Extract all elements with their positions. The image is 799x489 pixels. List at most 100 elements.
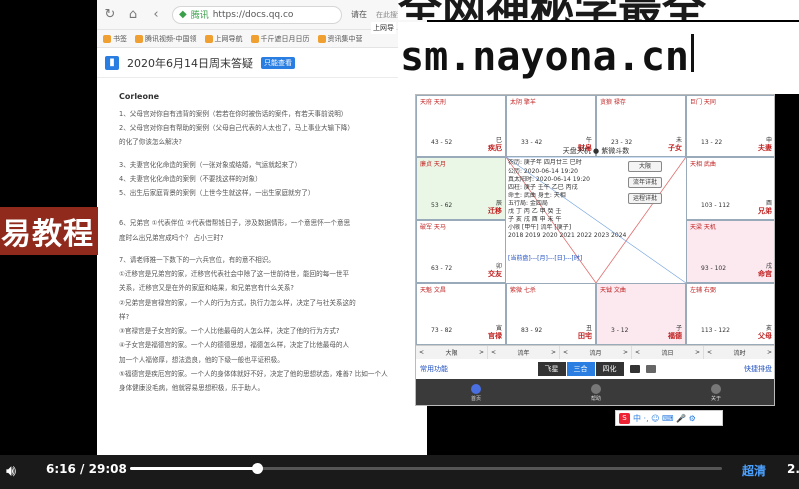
liu-nian-button[interactable]: 流年详批	[628, 177, 662, 188]
nav-home[interactable]: 首页	[470, 384, 481, 402]
doc-paragraph: ④子女宫是福德宫的家。一个人的德德思想，福德怎么样，决定了比他最母的人	[119, 341, 350, 350]
bookmark-item[interactable]: 上网导航	[204, 34, 243, 44]
palace-cell[interactable]: 天钺 文曲 3 - 12 子 福德	[596, 283, 686, 345]
bookmark-item[interactable]: 资讯集中营	[317, 34, 363, 44]
prev-button[interactable]: <	[563, 349, 568, 356]
doc-paragraph: 关系，迁移宫又是在外的家庭和结果，和兄弟宫有什么关系?	[119, 284, 294, 293]
period-navigator: < 大限 > < 流年 > < 流月 > < 流日 > < 流时 >	[416, 345, 774, 359]
time-separator: /	[80, 462, 85, 476]
current-time: 6:16	[46, 462, 76, 476]
site-label: 腾讯	[190, 11, 209, 21]
info-line: 子 亥 戌 酉 申 未 午	[508, 216, 562, 224]
bookmark-item[interactable]: 腾讯视频-中国领	[135, 34, 197, 44]
prev-button[interactable]: <	[419, 349, 424, 356]
palace-cell[interactable]: 天府 天刑 43 - 52 巳 疾厄	[416, 95, 506, 157]
nav-help[interactable]: 帮助	[590, 384, 601, 402]
doc-paragraph: ⑤福德宫是疾厄宫的家。一个人的身体体就好不好，决定了他的思想状态，难善? 比如一…	[119, 369, 388, 378]
doc-paragraph: 6、兄弟宫 ①代表伴位 ②代表借帮钱日子，涉及数据情形，一个意思怀一个意思	[119, 219, 351, 228]
tencent-docs-logo-icon[interactable]: ▮	[105, 55, 119, 70]
volume-icon[interactable]: 🔊︎	[6, 461, 16, 481]
palace-cell[interactable]: 左辅 右弼 113 - 122 亥 父母	[686, 283, 774, 345]
bookmark-item[interactable]: 千斤遮日月日历	[250, 34, 310, 44]
home-icon	[470, 384, 481, 394]
ime-toolbar[interactable]: S 中 ·, ☺ ⌨ 🎤 ⚙	[615, 410, 723, 426]
nav-label: 流月	[589, 350, 602, 357]
doc-paragraph: 度时么出兄弟宫成吗个？ 占小三时?	[119, 233, 224, 242]
playback-time: 6:16 / 29:08	[46, 462, 127, 476]
palace-cell[interactable]: 巨门 天同 13 - 22 申 夫妻	[686, 95, 774, 157]
palace-cell[interactable]: 天魁 文昌 73 - 82 寅 官禄	[416, 283, 506, 345]
save-icon[interactable]	[629, 365, 640, 373]
home-icon[interactable]: ⌂	[126, 7, 140, 22]
next-button[interactable]: >	[551, 349, 556, 356]
bookmark-icon	[317, 34, 326, 43]
address-url: https://docs.qq.co	[212, 9, 294, 20]
document-browser-window: ↻ ⌂ ‹ ◆ 腾讯 https://docs.qq.co 请在 在此搜索 书签…	[97, 0, 427, 455]
doc-paragraph: 3、夫妻宫化化命造的案例（一张对象或结婚，气运就起来了）	[119, 160, 302, 169]
total-time: 29:08	[88, 462, 127, 476]
doc-body: Corleone 1、父母宫对你自有违背的案例（若若在你时被伤话的案件，有若天事…	[97, 78, 427, 392]
promo-banner: 易教程	[0, 207, 98, 255]
ime-status: 中 ·, ☺ ⌨ 🎤 ⚙	[633, 413, 696, 423]
doc-paragraph: 1、父母宫对你自有违背的案例（若若在你时被伤话的案件，有若天事前说明）	[119, 110, 348, 118]
nav-cell-liu-shi: < 流时 >	[704, 346, 774, 359]
tab-san-he[interactable]: 三合	[566, 362, 595, 376]
doc-paragraph: 的化了你该怎么解决?	[119, 138, 182, 147]
function-row: 常用功能 飞星 三合 四化 快捷排盘	[416, 361, 774, 377]
palace-cell[interactable]: 廉贞 天月 53 - 62 辰 迁移	[416, 157, 506, 220]
nav-label: 大限	[445, 350, 458, 357]
yun-cheng-button[interactable]: 运程详批	[628, 193, 662, 204]
doc-title: 2020年6月14日周末答疑	[127, 56, 253, 70]
nav-label: 流时	[733, 350, 746, 357]
common-functions-link[interactable]: 常用功能	[420, 364, 448, 374]
doc-paragraph: 加一个人福修厚，想法造良，他的下级一般也平证积极。	[119, 355, 284, 364]
view-only-badge[interactable]: 只能查看	[261, 56, 295, 69]
progress-track[interactable]	[130, 463, 722, 474]
back-icon[interactable]: ‹	[149, 7, 163, 22]
da-xian-button[interactable]: 大限	[628, 161, 662, 172]
next-button[interactable]: >	[623, 349, 628, 356]
ziwei-chart: 天府 天刑 43 - 52 巳 疾厄 太阴 擎羊 33 - 42 午 财帛 贪狼…	[416, 95, 774, 345]
prev-button[interactable]: <	[635, 349, 640, 356]
doc-paragraph: 7、请老师推一下数下的一六兵宫位，有的意不相识。	[119, 255, 275, 264]
doc-paragraph: 样?	[119, 312, 130, 321]
progress-fill	[130, 467, 258, 470]
nav-cell-liu-nian: < 流年 >	[488, 346, 560, 359]
chart-center-title: 天盘天机 ● 紫微斗数	[562, 147, 630, 155]
doc-paragraph: ②兄弟宫是官禄宫的家，一个人的行为方式，执行力怎么样，决定了与社关系这的	[119, 298, 356, 307]
address-bar[interactable]: ◆ 腾讯 https://docs.qq.co	[172, 5, 342, 24]
bookmark-item[interactable]: 书签	[103, 34, 127, 44]
nav-label: 流日	[661, 350, 674, 357]
progress-thumb[interactable]	[252, 463, 264, 474]
palace-cell[interactable]: 天梁 天机 93 - 102 戌 命宫	[686, 220, 774, 283]
search-engine-label: 请在	[351, 10, 367, 19]
screen-tag: 上网导	[371, 22, 396, 34]
prev-button[interactable]: <	[491, 349, 496, 356]
doc-paragraph: 4、夫妻宫化化命造的案例（不要找这样的对象）	[119, 174, 262, 183]
tab-si-hua[interactable]: 四化	[595, 362, 624, 376]
next-button[interactable]: >	[479, 349, 484, 356]
palace-cell[interactable]: 天相 武曲 103 - 112 酉 兄弟	[686, 157, 774, 220]
tab-fei-xing[interactable]: 飞星	[537, 362, 566, 376]
doc-author: Corleone	[119, 92, 160, 101]
speed-button[interactable]: 2.	[787, 462, 799, 476]
prev-button[interactable]: <	[707, 349, 712, 356]
doc-paragraph: ①迁移宫是兄弟宫的家，迁移宫代表社会中除了这一世前待世，能回的每一世平	[119, 270, 350, 279]
next-button[interactable]: >	[695, 349, 700, 356]
next-button[interactable]: >	[767, 349, 772, 356]
info-line: 戊 丁 丙 乙 甲 癸 壬	[508, 208, 562, 215]
quick-chart-link[interactable]: 快捷排盘	[744, 364, 772, 374]
info-line: 2018 2019 2020 2021 2022 2023 2024	[508, 232, 627, 240]
chart-mode-row[interactable]: [当前盘]---[月]---[日]---[时]	[508, 253, 582, 262]
nav-about[interactable]: 关于	[710, 384, 721, 402]
print-icon[interactable]	[645, 365, 656, 373]
palace-cell[interactable]: 紫微 七杀 83 - 92 丑 田宅	[506, 283, 596, 345]
overlay-url: sm.nayona.cn	[398, 22, 799, 94]
text-caret	[690, 34, 694, 72]
palace-cell[interactable]: 破军 天马 63 - 72 卯 交友	[416, 220, 506, 283]
bookmark-icon	[250, 34, 259, 43]
info-line: 小限 [甲午] 流年 [庚子]	[508, 224, 572, 232]
overlay-url-text: sm.nayona.cn	[400, 34, 689, 80]
reload-icon[interactable]: ↻	[103, 7, 117, 22]
quality-button[interactable]: 超清	[742, 462, 766, 479]
